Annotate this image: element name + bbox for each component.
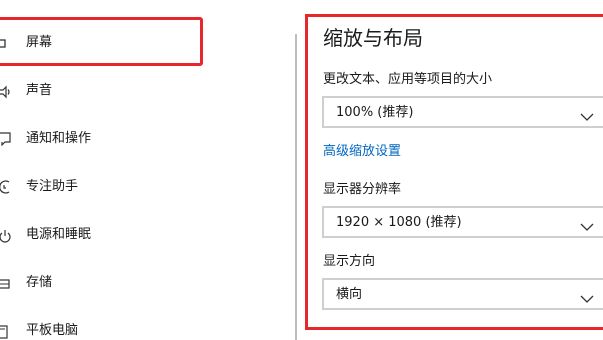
nav-item-focus-assist[interactable]: 专注助手: [0, 166, 295, 206]
nav-item-storage[interactable]: 存储: [0, 262, 295, 302]
orientation-dropdown[interactable]: 横向: [322, 278, 603, 310]
tablet-icon: [0, 324, 14, 339]
nav-item-label: 存储: [26, 275, 53, 290]
scale-dropdown-value: 100% (推荐): [336, 105, 414, 120]
chevron-down-icon: [580, 107, 594, 121]
highlight-annotation: [0, 17, 203, 66]
nav-item-label: 声音: [26, 83, 53, 98]
chevron-down-icon: [580, 217, 594, 231]
nav-item-sound[interactable]: 声音: [0, 70, 295, 110]
orientation-dropdown-value: 横向: [336, 287, 363, 302]
orientation-label: 显示方向: [323, 254, 376, 269]
scale-label: 更改文本、应用等项目的大小: [323, 72, 493, 87]
nav-item-label: 电源和睡眠: [26, 227, 92, 242]
nav-item-tablet[interactable]: 平板电脑: [0, 310, 295, 340]
sound-icon: [0, 84, 14, 99]
scale-layout-panel: 缩放与布局 更改文本、应用等项目的大小 100% (推荐) 高级缩放设置 显示器…: [305, 14, 603, 330]
resolution-dropdown-value: 1920 × 1080 (推荐): [336, 215, 462, 230]
section-title: 缩放与布局: [323, 26, 423, 50]
power-icon: [0, 228, 14, 243]
advanced-scaling-link[interactable]: 高级缩放设置: [323, 144, 401, 160]
nav-item-notifications[interactable]: 通知和操作: [0, 118, 295, 158]
resolution-label: 显示器分辨率: [323, 182, 402, 197]
nav-item-label: 通知和操作: [26, 131, 92, 146]
nav-item-power-sleep[interactable]: 电源和睡眠: [0, 214, 295, 254]
nav-scrollbar[interactable]: [295, 34, 297, 340]
nav-item-label: 平板电脑: [26, 323, 79, 338]
scale-dropdown[interactable]: 100% (推荐): [322, 96, 603, 128]
notification-icon: [0, 131, 14, 147]
nav-item-label: 专注助手: [26, 179, 79, 194]
storage-icon: [0, 276, 14, 290]
focus-assist-icon: [0, 179, 14, 194]
chevron-down-icon: [580, 289, 594, 303]
resolution-dropdown[interactable]: 1920 × 1080 (推荐): [322, 206, 603, 238]
settings-nav: 屏幕 声音 通知和操作 专注助手 电源和睡眠 存储 平板电脑: [0, 0, 295, 340]
